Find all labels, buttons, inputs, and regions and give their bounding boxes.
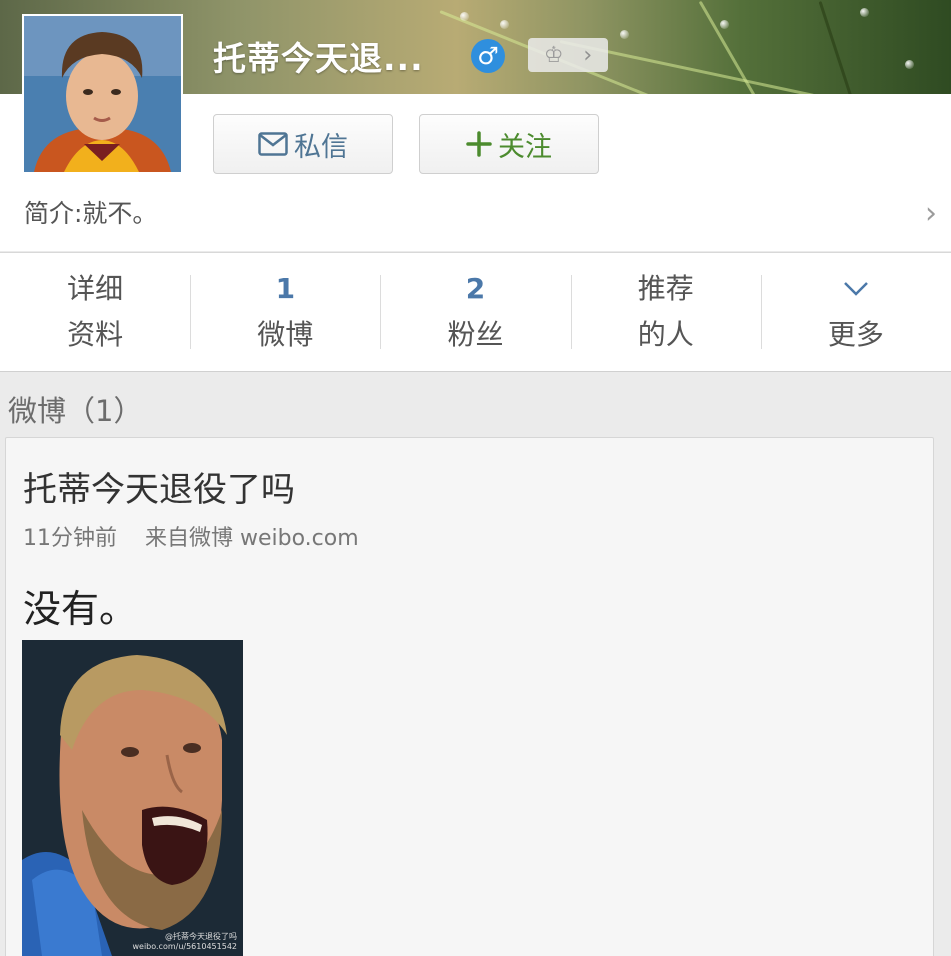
avatar[interactable] [22, 14, 183, 174]
tab-recommended[interactable]: 推荐 的人 [570, 253, 761, 371]
avatar-image [24, 16, 181, 172]
user-name: 托蒂今天退... [213, 39, 424, 78]
vip-crown-icon: ♔ [543, 42, 564, 68]
message-button-label: 私信 [294, 131, 348, 163]
cover-decoration [460, 12, 469, 21]
cover-decoration [720, 20, 729, 29]
tab-followers-label: 粉丝 [447, 318, 504, 351]
post-photo [22, 640, 243, 956]
tab-details[interactable]: 详细 资料 [0, 253, 190, 371]
gender-male-icon: ♂ [471, 39, 505, 73]
tab-more-label: 更多 [827, 318, 884, 351]
cover-decoration [905, 60, 914, 69]
follow-button-label: 关注 [498, 131, 552, 163]
mail-icon [258, 132, 288, 156]
tab-weibo[interactable]: 1 微博 [190, 253, 380, 371]
image-watermark-line2: weibo.com/u/5610451542 [132, 942, 237, 951]
cover-decoration [500, 20, 509, 29]
tab-recommended-label-2: 的人 [637, 318, 694, 351]
intro-text: 简介:就不。 [24, 199, 158, 228]
section-title: 微博（1） [8, 394, 143, 428]
tab-recommended-label-1: 推荐 [637, 272, 694, 305]
vip-badge[interactable]: ♔ › [528, 38, 608, 72]
post-author[interactable]: 托蒂今天退役了吗 [23, 462, 295, 511]
tab-followers[interactable]: 2 粉丝 [380, 253, 570, 371]
chevron-down-icon [843, 266, 869, 312]
tab-details-label-1: 详细 [67, 272, 124, 305]
followers-count: 2 [465, 272, 486, 305]
tab-more[interactable]: 更多 [760, 253, 951, 371]
image-watermark-line1: @托蒂今天退役了吗 [165, 932, 237, 941]
post-time: 11分钟前 [23, 526, 117, 551]
intro-row[interactable]: 简介:就不。 › [0, 190, 951, 250]
follow-button[interactable]: 关注 [419, 114, 599, 174]
tab-weibo-label: 微博 [257, 318, 314, 351]
cover-decoration [620, 30, 629, 39]
weibo-count: 1 [275, 272, 296, 305]
post-image[interactable]: @托蒂今天退役了吗 weibo.com/u/5610451542 [22, 640, 243, 956]
post-text: 没有。 [23, 587, 138, 631]
chevron-right-icon: › [583, 42, 593, 68]
post-source: 来自微博 weibo.com [145, 526, 359, 551]
cover-decoration [860, 8, 869, 17]
chevron-right-icon: › [925, 196, 937, 231]
post-meta: 11分钟前 来自微博 weibo.com [23, 520, 359, 552]
profile-header: 托蒂今天退... ♂ ♔ › [213, 28, 608, 84]
tab-details-label-2: 资料 [67, 318, 124, 351]
image-watermark: @托蒂今天退役了吗 weibo.com/u/5610451542 [132, 932, 237, 952]
message-button[interactable]: 私信 [213, 114, 393, 174]
profile-tabs: 详细 资料 1 微博 2 粉丝 推荐 的人 更多 [0, 252, 951, 372]
plus-icon [466, 131, 492, 157]
weibo-post-card[interactable]: 托蒂今天退役了吗 11分钟前 来自微博 weibo.com 没有。 @托蒂今天退… [5, 437, 934, 956]
